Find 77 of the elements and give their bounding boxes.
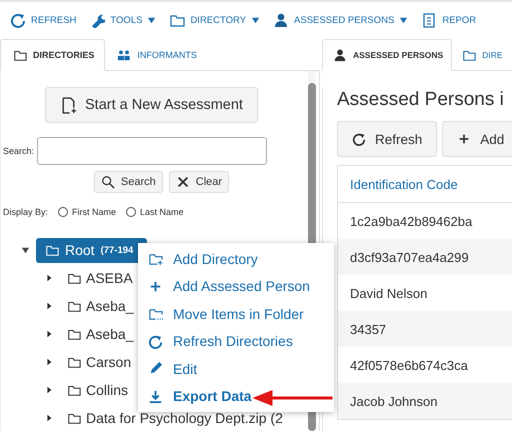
refresh-icon [148,334,163,349]
menu-item[interactable]: Move Items in Folder [138,300,334,328]
table-cell: 34357 [350,322,386,336]
person-icon [273,12,290,28]
radio-button[interactable] [126,207,136,217]
tree-node[interactable]: Data for Psychology Dept.zip (2 [67,410,283,426]
download-icon [148,388,163,404]
table-row[interactable]: d3cf93a707ea4a299 [338,239,512,275]
folder-icon [67,411,81,425]
radio-label: Last Name [140,207,184,217]
table-row[interactable]: 1c2a9ba42b89462ba [338,203,512,239]
tree-node[interactable]: Root (77-194 [36,238,147,262]
people-icon [117,48,132,62]
refresh-icon [352,132,366,146]
folder-icon [67,383,81,397]
folder-icon [67,299,81,313]
table-cell: 42f0578e6b674c3ca [350,358,468,372]
expand-toggle[interactable] [21,246,30,254]
table-row[interactable]: Jacob Johnson [338,383,512,419]
toolbar-button[interactable]: ASSESSED PERSONS [273,12,408,28]
table-cell: David Nelson [350,286,428,300]
folder-icon [13,48,27,62]
folder-icon [67,327,81,341]
toolbar-button[interactable]: TOOLS [89,12,156,28]
tree-node[interactable]: Aseba_ [67,326,134,342]
panel-heading: Assessed Persons i [337,89,505,111]
search-label: Search: [3,146,34,156]
person-icon [333,48,347,62]
toolbar-button[interactable]: Add [442,121,512,157]
folder-icon [67,271,81,285]
column-header[interactable]: Identification Code [350,176,458,192]
folder-dots-icon [148,306,163,322]
report-icon [421,12,438,28]
clear-button[interactable]: Clear [168,171,230,193]
table-cell: 1c2a9ba42b89462ba [350,214,472,228]
new-document-icon [60,96,78,114]
tree-node[interactable]: ASEBA [67,270,133,286]
refresh-icon [10,12,26,28]
table-row[interactable]: 34357 [338,311,512,347]
radio-button[interactable] [58,207,68,217]
folder-icon [462,48,476,62]
expand-toggle[interactable] [45,358,53,366]
table-row[interactable]: 42f0578e6b674c3ca [338,347,512,383]
table-cell: d3cf93a707ea4a299 [350,250,469,264]
table-cell: Jacob Johnson [350,394,438,408]
menu-item[interactable]: Edit [138,355,334,382]
toolbar-button[interactable]: DIRECTORY [169,12,260,28]
expand-toggle[interactable] [45,302,53,310]
plus-icon [457,132,472,146]
tree-node[interactable]: Carson [67,354,132,370]
tab[interactable]: DIRECTORIES [0,39,106,71]
folder-icon [45,243,59,257]
menu-item[interactable]: Refresh Directories [138,328,334,355]
tree-node[interactable]: Collins [67,382,128,398]
radio-label: First Name [72,207,116,217]
toolbar-button[interactable]: Refresh [337,121,438,157]
search-field[interactable] [37,137,268,165]
search-button[interactable]: Search [94,171,163,193]
tab[interactable]: INFORMANTS [105,39,207,71]
menu-item[interactable]: Export Data [138,382,334,410]
close-icon [176,175,190,189]
folder-plus-icon [148,251,163,266]
new-assessment-button[interactable]: Start a New Assessment [45,87,258,123]
folder-icon [67,355,81,369]
expand-toggle[interactable] [45,330,53,338]
expand-toggle[interactable] [45,414,53,422]
expand-toggle[interactable] [45,274,53,282]
menu-item[interactable]: Add Assessed Person [138,272,334,300]
expand-toggle[interactable] [45,386,53,394]
tab[interactable]: DIRE [452,39,511,71]
table-row[interactable]: David Nelson [338,275,512,311]
search-icon [100,175,115,189]
toolbar-button[interactable]: REFRESH [10,12,76,28]
display-by-label: Display By: [3,207,48,217]
tree-node[interactable]: Aseba_ [67,298,134,314]
tab[interactable]: ASSESSED PERSONS [322,39,452,71]
toolbar-button[interactable]: REPOR [421,12,476,28]
